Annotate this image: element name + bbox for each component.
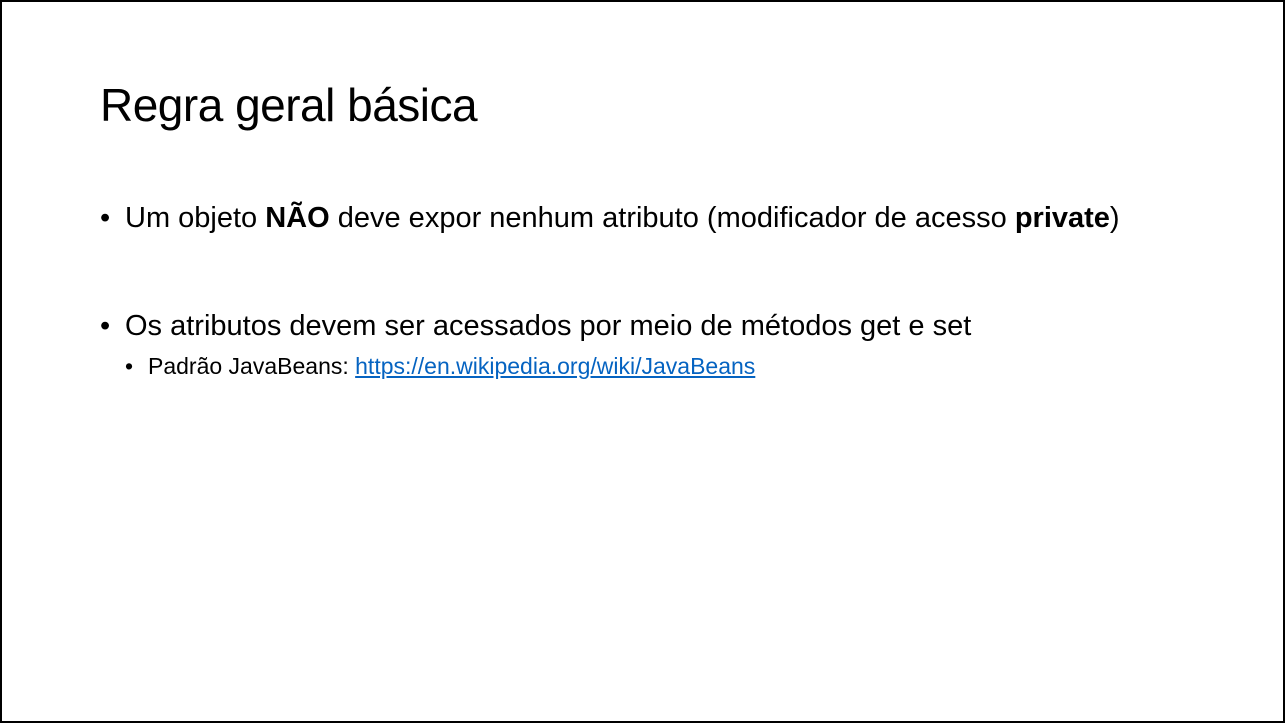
bullet-item-getters-setters: • Os atributos devem ser acessados por me… (100, 306, 1200, 347)
bullet-text-part: deve expor nenhum atributo (modificador … (329, 202, 1015, 234)
bullet-emphasis-private: private (1014, 202, 1110, 234)
bullet-icon: • (125, 353, 134, 379)
slide-content: • Um objeto NÃO deve expor nenhum atribut… (100, 198, 1200, 384)
bullet-icon: • (100, 310, 111, 342)
slide-title: Regra geral básica (100, 79, 478, 131)
bullet-icon: • (100, 202, 111, 234)
bullet-item-access-rule: • Um objeto NÃO deve expor nenhum atribut… (100, 198, 1200, 239)
bullet-text: Os atributos devem ser acessados por mei… (125, 310, 972, 342)
javabeans-link[interactable]: https://en.wikipedia.org/wiki/JavaBeans (355, 353, 755, 379)
sub-bullet-label: Padrão JavaBeans: (148, 353, 356, 379)
sub-bullet-javabeans: • Padrão JavaBeans: https://en.wikipedia.… (125, 349, 1200, 384)
bullet-text-part: ) (1109, 202, 1120, 234)
slide: Regra geral básica • Um objeto NÃO deve e… (0, 0, 1285, 723)
bullet-text-part: Um objeto (125, 202, 266, 234)
bullet-emphasis-nao: NÃO (265, 202, 330, 234)
